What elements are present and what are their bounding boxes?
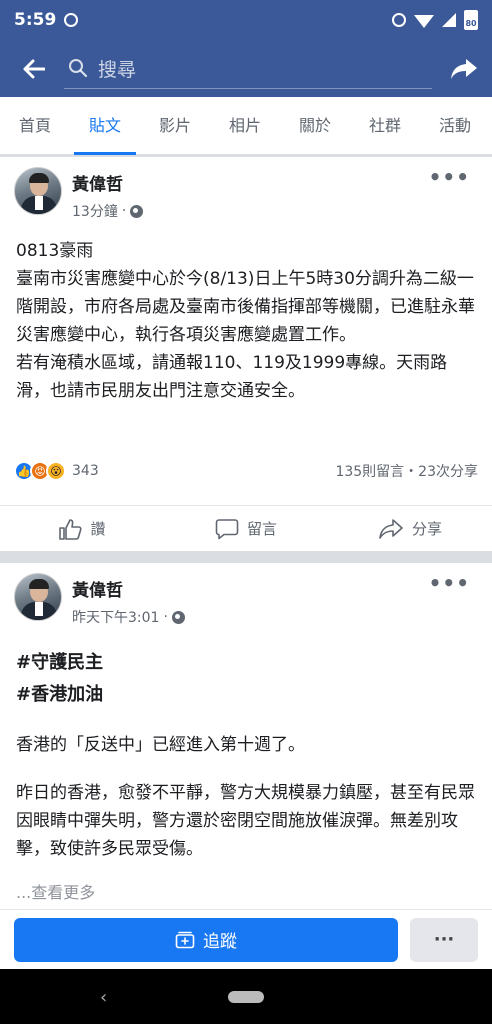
post-card: 黃偉哲 昨天下午3:01 · ••• #守護民主 #香港加油 香港的「反送中」已… xyxy=(0,563,492,909)
back-arrow-icon xyxy=(23,59,45,78)
post-card: 黃偉哲 13分鐘 · ••• 0813豪雨 臺南市災害應變中心於今(8/13)日… xyxy=(0,157,492,551)
tab-home[interactable]: 首頁 xyxy=(0,97,70,155)
tab-about[interactable]: 關於 xyxy=(280,97,350,155)
tab-community[interactable]: 社群 xyxy=(350,97,420,155)
comment-share-stats[interactable]: 135則留言・23次分享 xyxy=(335,461,478,481)
wifi-icon xyxy=(414,14,434,28)
share-icon xyxy=(379,518,403,539)
post-header: 黃偉哲 13分鐘 · ••• xyxy=(0,157,492,229)
separator-dot: · xyxy=(163,609,168,625)
alarm-icon xyxy=(64,13,79,27)
post-line: 若有淹積水區域，請通報110、119及1999專線。天雨路滑，也請市民朋友出門注… xyxy=(16,353,448,401)
search-input[interactable]: 搜尋 xyxy=(64,49,432,89)
post-more-options-icon[interactable]: ••• xyxy=(429,165,470,189)
signal-icon xyxy=(442,13,456,27)
post-body: 0813豪雨 臺南市災害應變中心於今(8/13)日上午5時30分調升為二級一階開… xyxy=(0,237,492,405)
like-label: 讚 xyxy=(90,520,106,538)
tab-events[interactable]: 活動 xyxy=(420,97,490,155)
more-options-button[interactable]: ··· xyxy=(410,917,478,962)
follow-inbox-icon xyxy=(175,931,195,948)
see-more-link[interactable]: ...查看更多 xyxy=(16,879,95,903)
status-time: 5:59 xyxy=(14,10,57,30)
share-button[interactable]: 分享 xyxy=(328,506,492,551)
system-back-icon[interactable]: ‹ xyxy=(100,987,107,1008)
follow-bar: 追蹤 ··· xyxy=(0,909,492,969)
comment-label: 留言 xyxy=(246,520,277,538)
tab-posts[interactable]: 貼文 xyxy=(70,97,140,155)
avatar[interactable] xyxy=(14,573,62,621)
post-header: 黃偉哲 昨天下午3:01 · ••• xyxy=(0,563,492,635)
post-time[interactable]: 昨天下午3:01 xyxy=(72,607,159,627)
share-page-button[interactable] xyxy=(432,49,478,89)
globe-icon xyxy=(130,204,144,218)
search-placeholder: 搜尋 xyxy=(98,58,137,81)
like-button[interactable]: 讚 xyxy=(0,506,164,551)
post-line: 臺南市災害應變中心於今(8/13)日上午5時30分調升為二級一階開設，市府各局處… xyxy=(16,269,475,345)
reaction-summary[interactable]: 👍 😡 😮 343 135則留言・23次分享 xyxy=(14,459,478,483)
battery-icon: 80 xyxy=(464,10,478,30)
wow-reaction-icon: 😮 xyxy=(46,461,66,481)
search-icon xyxy=(69,59,88,78)
comment-bubble-icon xyxy=(215,518,239,539)
page-tabs: 首頁 貼文 影片 相片 關於 社群 活動 xyxy=(0,97,492,155)
back-button[interactable] xyxy=(14,49,54,89)
post-paragraph: 香港的「反送中」已經進入第十週了。 xyxy=(16,735,305,755)
alarm-clock-icon xyxy=(392,13,406,27)
post-actions: 讚 留言 分享 xyxy=(0,505,492,551)
share-label: 分享 xyxy=(411,520,442,538)
separator-dot: · xyxy=(121,203,127,219)
post-more-options-icon[interactable]: ••• xyxy=(429,571,470,595)
share-arrow-icon xyxy=(451,58,477,79)
follow-button[interactable]: 追蹤 xyxy=(14,917,398,962)
follow-label: 追蹤 xyxy=(203,932,237,952)
post-paragraph: 昨日的香港，愈發不平靜，警方大規模暴力鎮壓，甚至有民眾因眼睛中彈失明，警方還於密… xyxy=(16,783,475,859)
top-app-bar: 搜尋 xyxy=(0,40,492,97)
tab-videos[interactable]: 影片 xyxy=(140,97,210,155)
system-home-pill[interactable] xyxy=(228,990,264,1003)
hashtag-link[interactable]: #守護民主 xyxy=(16,647,476,679)
post-time[interactable]: 13分鐘 xyxy=(72,201,118,221)
post-line: 0813豪雨 xyxy=(16,241,94,261)
avatar[interactable] xyxy=(14,167,62,215)
post-author[interactable]: 黃偉哲 xyxy=(72,170,143,195)
status-bar: 5:59 80 xyxy=(0,0,492,40)
post-author[interactable]: 黃偉哲 xyxy=(72,576,185,601)
hashtag-link[interactable]: #香港加油 xyxy=(16,679,476,711)
reaction-count: 343 xyxy=(72,463,99,479)
system-nav-bar: ‹ xyxy=(0,969,492,1024)
tab-photos[interactable]: 相片 xyxy=(210,97,280,155)
thumbs-up-icon xyxy=(59,518,83,540)
globe-icon xyxy=(171,610,185,624)
comment-button[interactable]: 留言 xyxy=(164,506,328,551)
post-body: #守護民主 #香港加油 香港的「反送中」已經進入第十週了。 昨日的香港，愈發不平… xyxy=(0,647,492,863)
